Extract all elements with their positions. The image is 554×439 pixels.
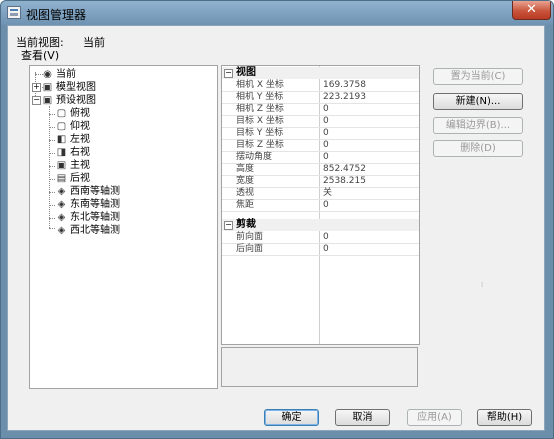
resize-grip-icon: ⁞	[481, 281, 484, 289]
current-view-value: 当前	[83, 36, 105, 49]
property-row[interactable]: 相机 Y 坐标 223.2193	[222, 92, 419, 104]
property-value[interactable]: 169.3758	[323, 80, 366, 91]
right-view-icon: ◨	[56, 147, 67, 158]
property-name: 相机 Z 坐标	[236, 104, 284, 114]
back-view-icon: ▤	[56, 173, 67, 184]
preset-views-icon: ▣	[42, 95, 53, 106]
se-iso-icon: ◈	[57, 199, 66, 210]
property-row[interactable]: 高度 852.4752	[222, 164, 419, 176]
property-value[interactable]: 0	[323, 200, 329, 211]
bottom-view-icon: ▢	[56, 121, 67, 132]
property-row[interactable]: 宽度 2538.215	[222, 176, 419, 188]
front-view-icon: ▣	[56, 160, 67, 171]
close-button[interactable]: ✕	[512, 1, 551, 20]
property-name: 相机 X 坐标	[236, 80, 284, 90]
property-name: 摆动角度	[236, 152, 273, 162]
category-view[interactable]: − 视图	[222, 67, 419, 79]
property-row[interactable]: 透视 关	[222, 188, 419, 200]
set-current-button[interactable]: 置为当前(C)	[433, 68, 523, 85]
property-value[interactable]: 0	[323, 128, 329, 139]
property-row[interactable]: 后向面 0	[222, 244, 419, 256]
property-row[interactable]: 目标 Y 坐标 0	[222, 128, 419, 140]
collapse-icon[interactable]: −	[224, 221, 233, 230]
property-name: 宽度	[236, 176, 255, 186]
new-view-button[interactable]: 新建(N)...	[433, 93, 523, 110]
property-name: 后向面	[236, 244, 264, 254]
left-view-icon: ◧	[56, 134, 67, 145]
property-value[interactable]: 0	[323, 244, 329, 255]
property-row[interactable]: 目标 X 坐标 0	[222, 116, 419, 128]
delete-button[interactable]: 删除(D)	[433, 140, 523, 157]
edit-boundaries-button[interactable]: 编辑边界(B)...	[433, 117, 523, 134]
description-panel	[221, 347, 418, 387]
property-row[interactable]: 前向面 0	[222, 232, 419, 244]
ok-button[interactable]: 确定	[264, 409, 319, 426]
tree-collapse-preset[interactable]: −	[32, 96, 41, 105]
help-button[interactable]: 帮助(H)	[477, 409, 532, 426]
property-row[interactable]: 相机 X 坐标 169.3758	[222, 80, 419, 92]
view-tree-label: 查看(V)	[21, 49, 60, 62]
property-value[interactable]: 0	[323, 140, 329, 151]
properties-grid[interactable]: − 视图 相机 X 坐标 169.3758 相机 Y 坐标 223.2193 相机 Z …	[221, 65, 420, 345]
property-value[interactable]: 0	[323, 232, 329, 243]
cancel-button[interactable]: 取消	[335, 409, 390, 426]
top-view-icon: ▢	[56, 108, 67, 119]
category-clip[interactable]: − 剪裁	[222, 219, 419, 231]
property-value[interactable]: 关	[323, 188, 332, 199]
sw-iso-icon: ◈	[57, 186, 66, 197]
property-name: 前向面	[236, 232, 264, 242]
property-row[interactable]: 摆动角度 0	[222, 152, 419, 164]
tree-expand-model[interactable]: +	[32, 83, 41, 92]
ne-iso-icon: ◈	[57, 212, 66, 223]
property-value[interactable]: 0	[323, 152, 329, 163]
property-row[interactable]: 相机 Z 坐标 0	[222, 104, 419, 116]
property-name: 目标 Z 坐标	[236, 140, 284, 150]
property-value[interactable]: 0	[323, 116, 329, 127]
property-name: 透视	[236, 188, 255, 198]
apply-button[interactable]: 应用(A)	[407, 409, 462, 426]
window-title: 视图管理器	[26, 8, 87, 22]
property-name: 目标 X 坐标	[236, 116, 284, 126]
property-name: 焦距	[236, 200, 255, 210]
camera-icon: ◉	[43, 69, 52, 80]
collapse-icon[interactable]: −	[224, 69, 233, 78]
property-value[interactable]: 2538.215	[323, 176, 366, 187]
property-name: 目标 Y 坐标	[236, 128, 284, 138]
property-name: 相机 Y 坐标	[236, 92, 284, 102]
property-name: 高度	[236, 164, 255, 174]
property-value[interactable]: 852.4752	[323, 164, 366, 175]
app-icon	[7, 6, 21, 19]
title-bar[interactable]: 视图管理器 ✕	[1, 1, 553, 25]
property-value[interactable]: 0	[323, 104, 329, 115]
view-tree[interactable]: ◉ 当前 + ▣ 模型视图 − ▣ 预设视图 ▢ 俯视 ▢ 仰视 ◧ 左视 ◨ …	[29, 65, 218, 389]
nw-iso-icon: ◈	[57, 225, 66, 236]
property-row[interactable]: 目标 Z 坐标 0	[222, 140, 419, 152]
model-views-icon: ▣	[42, 82, 53, 93]
property-row[interactable]: 焦距 0	[222, 200, 419, 212]
property-value[interactable]: 223.2193	[323, 92, 366, 103]
